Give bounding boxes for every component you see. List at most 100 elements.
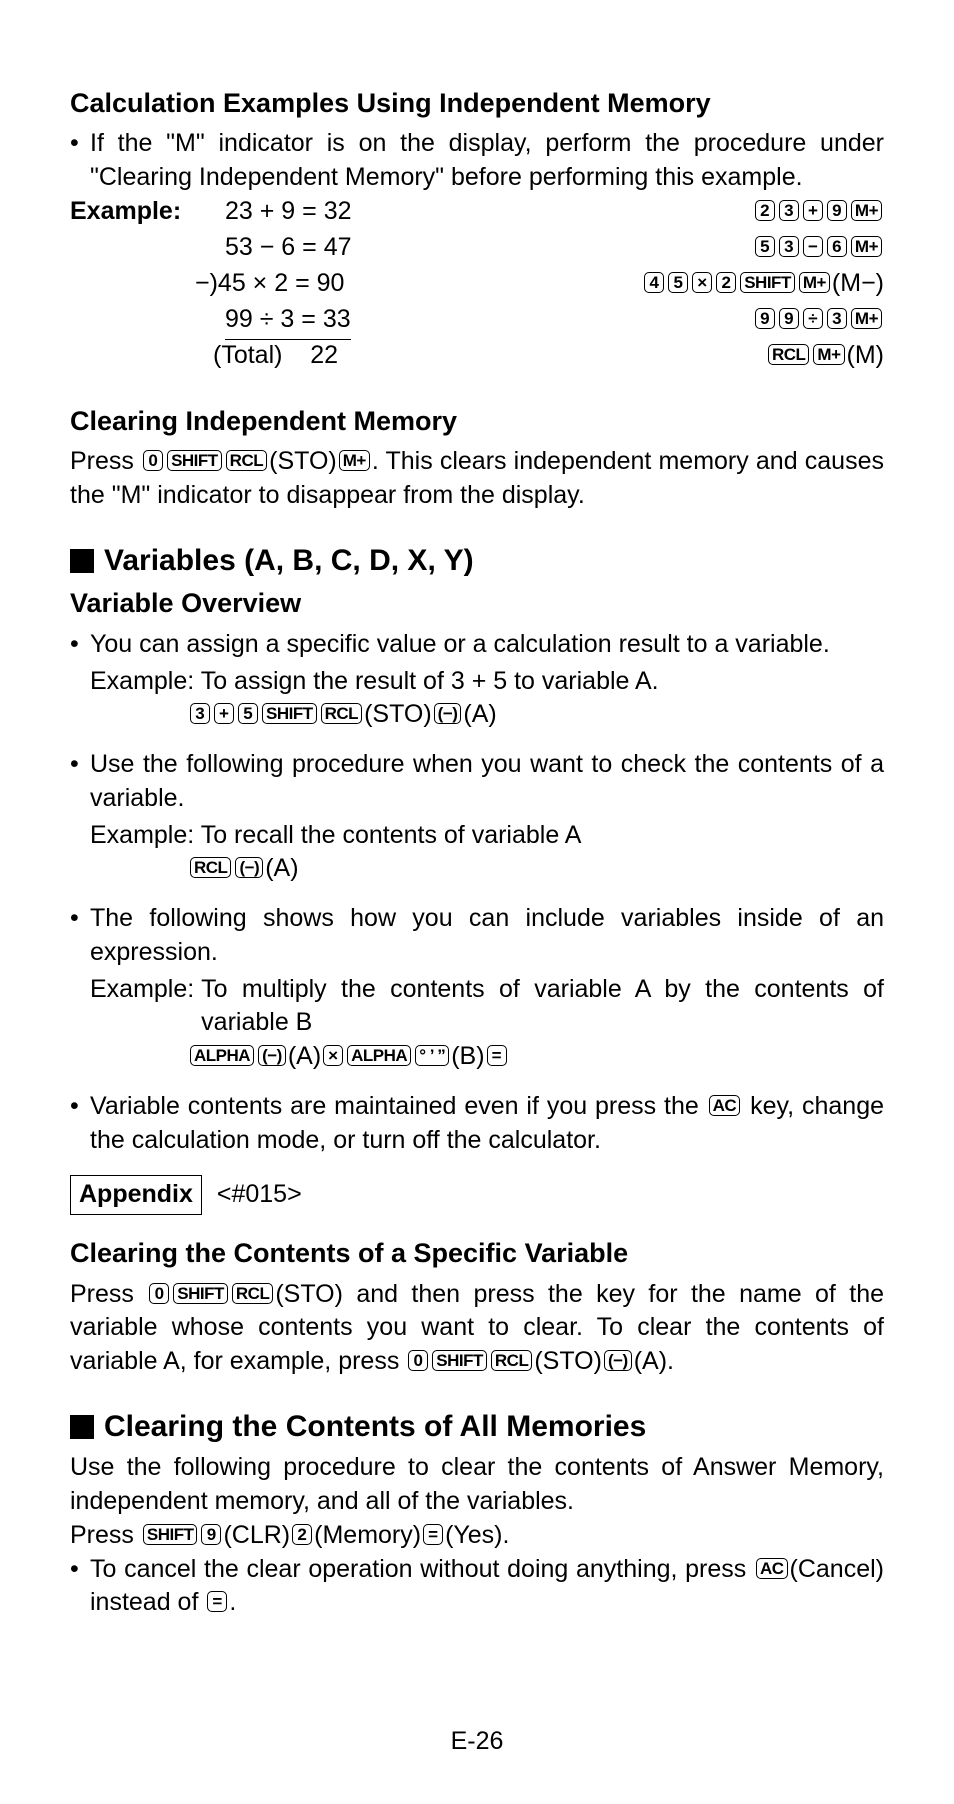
clear-all-p1: Use the following procedure to clear the… xyxy=(70,1451,884,1519)
key-div xyxy=(803,308,823,329)
key-neg: (−) xyxy=(258,1045,286,1066)
bullet: Use the following procedure when you wan… xyxy=(70,748,884,816)
example-line: Example: To recall the contents of varia… xyxy=(90,819,884,853)
key-rcl: RCL xyxy=(190,857,231,878)
clearing-text: Press 0SHIFTRCL(STO)M+. This clears inde… xyxy=(70,445,884,513)
key-0: 0 xyxy=(408,1350,428,1371)
example-expr: −)45 × 2 = 90 xyxy=(195,267,391,301)
key-3: 3 xyxy=(779,236,799,257)
bullet-text: To cancel the clear operation without do… xyxy=(90,1553,884,1621)
key-shift: SHIFT xyxy=(740,272,795,293)
section-title: Clearing the Contents of a Specific Vari… xyxy=(70,1235,884,1271)
example-expr: 23 + 9 = 32 xyxy=(195,195,421,229)
section-heading: Clearing the Contents of All Memories xyxy=(70,1407,884,1448)
section-heading: Variables (A, B, C, D, X, Y) xyxy=(70,541,884,582)
key-9: 9 xyxy=(827,200,847,221)
key-alpha: ALPHA xyxy=(190,1045,254,1066)
key-sequence: RCL(−)(A) xyxy=(188,852,884,886)
key-rcl: RCL xyxy=(768,344,809,365)
key-2: 2 xyxy=(716,272,736,293)
intro-text: If the "M" indicator is on the display, … xyxy=(90,127,884,195)
key-ac: AC xyxy=(756,1558,788,1579)
bullet-text: The following shows how you can include … xyxy=(90,902,884,970)
key-equals xyxy=(487,1045,507,1066)
bullet: To cancel the clear operation without do… xyxy=(70,1553,884,1621)
key-9: 9 xyxy=(201,1524,221,1545)
key-5: 5 xyxy=(755,236,775,257)
example-expr: 53 − 6 = 47 xyxy=(195,231,421,265)
key-neg: (−) xyxy=(235,857,263,878)
key-5: 5 xyxy=(668,272,688,293)
key-shift: SHIFT xyxy=(143,1524,198,1545)
appendix-ref: <#015> xyxy=(217,1180,302,1208)
key-shift: SHIFT xyxy=(262,703,317,724)
key-5: 5 xyxy=(238,703,258,724)
example-label: Example: xyxy=(70,195,195,229)
key-sequence: 23 9M+ xyxy=(421,195,884,229)
example-expr: (Total) 22 xyxy=(195,339,409,373)
key-alpha: ALPHA xyxy=(347,1045,411,1066)
key-sequence: RCLM+(M) xyxy=(409,339,884,373)
key-mplus: M+ xyxy=(799,272,830,293)
example-expr: 99 ÷ 3 = 33 xyxy=(195,303,421,340)
appendix-label: Appendix xyxy=(70,1175,202,1215)
section-title: Calculation Examples Using Independent M… xyxy=(70,85,884,121)
intro-bullet: If the "M" indicator is on the display, … xyxy=(70,127,884,195)
bullet-text: You can assign a specific value or a cal… xyxy=(90,628,884,662)
key-mplus: M+ xyxy=(813,344,844,365)
key-sequence: ALPHA(−)(A)ALPHA° ’ ”(B) xyxy=(188,1040,884,1074)
key-minus xyxy=(803,236,823,257)
section-title: Clearing Independent Memory xyxy=(70,403,884,439)
clear-all-p2: Press SHIFT9(CLR)2(Memory)(Yes). xyxy=(70,1519,884,1553)
key-ac: AC xyxy=(709,1095,741,1116)
bullet: You can assign a specific value or a cal… xyxy=(70,628,884,662)
key-4: 4 xyxy=(644,272,664,293)
key-neg: (−) xyxy=(604,1350,632,1371)
key-mplus: M+ xyxy=(851,236,882,257)
key-equals xyxy=(423,1524,443,1545)
key-sequence: 99 3M+ xyxy=(421,303,884,337)
key-0: 0 xyxy=(149,1283,169,1304)
key-times xyxy=(692,272,712,293)
sub-heading: Variable Overview xyxy=(70,585,884,621)
appendix-row: Appendix <#015> xyxy=(70,1175,884,1215)
key-rcl: RCL xyxy=(232,1283,273,1304)
key-2: 2 xyxy=(292,1524,312,1545)
key-2: 2 xyxy=(755,200,775,221)
bullet: The following shows how you can include … xyxy=(70,902,884,970)
key-3: 3 xyxy=(827,308,847,329)
key-neg: (−) xyxy=(434,703,462,724)
example-line: Example: To multiply the contents of var… xyxy=(90,973,884,1041)
bullet-text: Use the following procedure when you wan… xyxy=(90,748,884,816)
key-mplus: M+ xyxy=(339,450,370,471)
bullet: Variable contents are maintained even if… xyxy=(70,1090,884,1158)
key-9: 9 xyxy=(755,308,775,329)
suffix: (M) xyxy=(847,341,884,369)
key-sequence: 53 6M+ xyxy=(421,231,884,265)
key-mplus: M+ xyxy=(851,200,882,221)
key-sequence: 35SHIFTRCL(STO)(−)(A) xyxy=(188,698,884,732)
key-3: 3 xyxy=(190,703,210,724)
bullet-text: Variable contents are maintained even if… xyxy=(90,1090,884,1158)
key-rcl: RCL xyxy=(226,450,267,471)
example-table: Example: 23 + 9 = 32 239M+ 53 − 6 = 47 5… xyxy=(70,195,884,375)
key-plus xyxy=(803,200,823,221)
clearing-var-text: Press 0SHIFTRCL(STO) and then press the … xyxy=(70,1278,884,1379)
key-9: 9 xyxy=(779,308,799,329)
key-6: 6 xyxy=(827,236,847,257)
key-plus xyxy=(214,703,234,724)
key-shift: SHIFT xyxy=(167,450,222,471)
key-equals xyxy=(207,1591,227,1612)
key-0: 0 xyxy=(143,450,163,471)
key-shift: SHIFT xyxy=(173,1283,228,1304)
suffix: (M−) xyxy=(832,269,884,297)
key-mplus: M+ xyxy=(851,308,882,329)
key-3: 3 xyxy=(779,200,799,221)
example-line: Example: To assign the result of 3 + 5 t… xyxy=(90,665,884,699)
key-shift: SHIFT xyxy=(432,1350,487,1371)
key-rcl: RCL xyxy=(491,1350,532,1371)
key-sequence: 45 2SHIFTM+(M−) xyxy=(391,267,884,301)
key-dms: ° ’ ” xyxy=(415,1045,449,1066)
key-times xyxy=(323,1045,343,1066)
key-rcl: RCL xyxy=(321,703,362,724)
